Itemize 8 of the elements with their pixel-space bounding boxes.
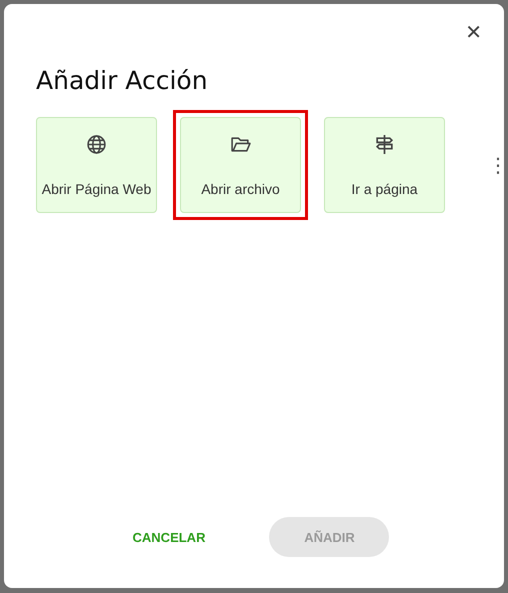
action-card[interactable]: Abrir archivo bbox=[180, 117, 301, 213]
close-button[interactable]: ✕ bbox=[459, 18, 488, 46]
action-card[interactable]: Ir a página bbox=[324, 117, 445, 213]
globe-icon bbox=[86, 134, 107, 155]
action-card[interactable]: Abrir Página Web bbox=[36, 117, 157, 213]
signpost-icon bbox=[374, 134, 395, 155]
dialog-title: Añadir Acción bbox=[36, 66, 209, 95]
more-options-button[interactable]: ⋮ bbox=[482, 153, 508, 177]
